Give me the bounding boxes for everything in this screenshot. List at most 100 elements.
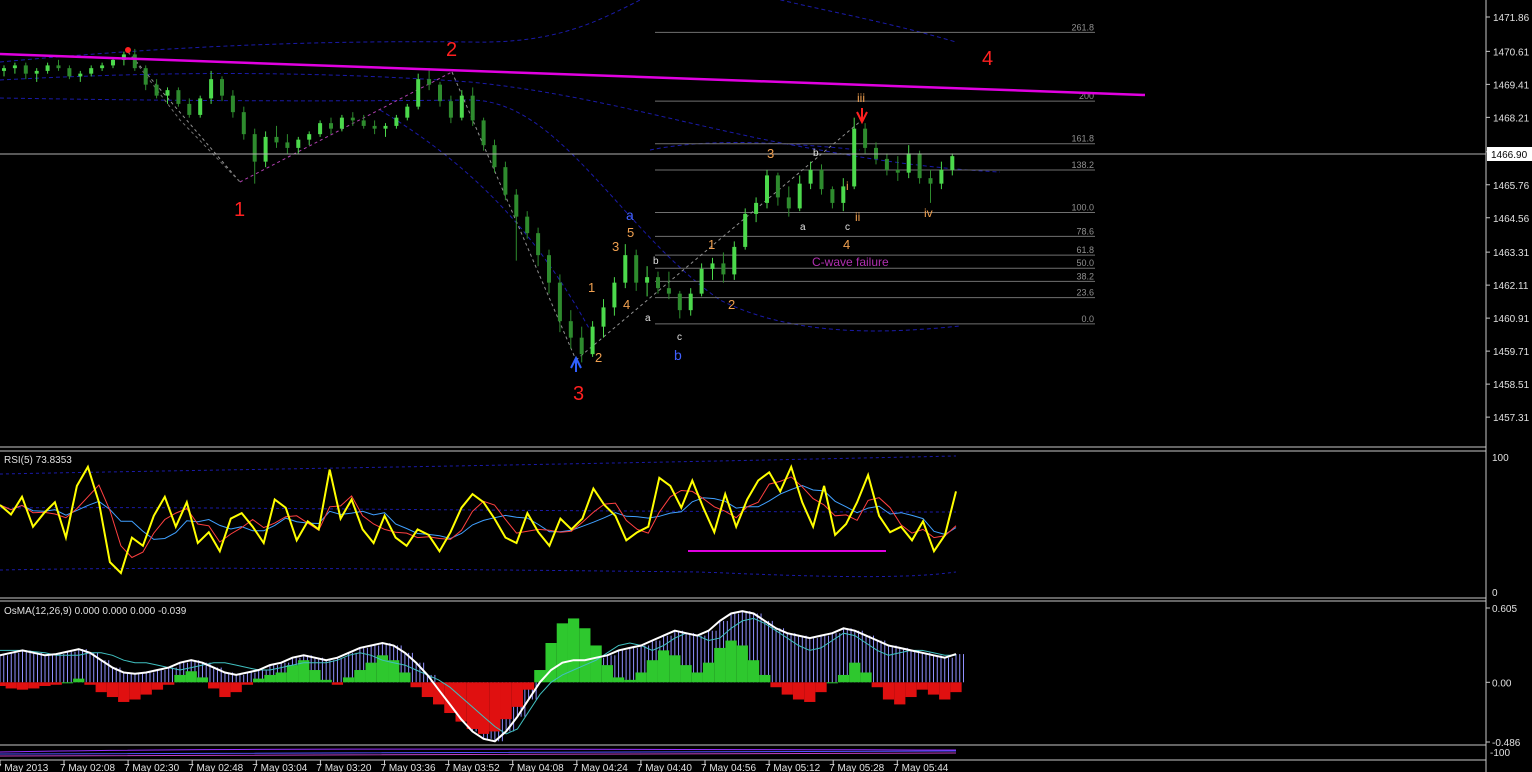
osma-bar[interactable] [725,640,737,683]
osma-bar[interactable] [365,662,377,683]
candle-body[interactable] [481,120,486,146]
osma-bar[interactable] [905,682,917,698]
candle-body[interactable] [2,68,6,71]
candle-body[interactable] [165,90,170,96]
candle-body[interactable] [917,153,922,179]
osma-bar[interactable] [826,682,838,684]
osma-bar[interactable] [309,670,321,683]
candle-body[interactable] [699,268,704,294]
candle-body[interactable] [176,90,181,104]
osma-bar[interactable] [129,682,141,700]
osma-bar[interactable] [39,682,51,686]
osma-bar[interactable] [567,618,580,683]
osma-bar[interactable] [95,682,107,693]
candle-body[interactable] [536,233,541,256]
osma-bar[interactable] [196,677,209,683]
osma-bar[interactable] [545,643,557,683]
osma-bar[interactable] [736,645,748,683]
candle-body[interactable] [285,142,290,148]
osma-bar[interactable] [84,682,96,685]
candle-body[interactable] [557,282,562,322]
osma-bar[interactable] [421,682,434,698]
candle-body[interactable] [154,84,159,96]
osma-bar[interactable] [354,670,366,683]
osma-bar[interactable] [590,645,602,683]
candle-body[interactable] [427,79,432,85]
osma-bar[interactable] [871,682,883,688]
candle-body[interactable] [852,128,857,187]
osma-bar[interactable] [815,682,827,693]
osma-bar[interactable] [702,662,715,683]
osma-bar[interactable] [770,682,782,688]
osma-bar[interactable] [882,682,895,700]
osma-bar[interactable] [522,682,535,690]
candle-body[interactable] [350,117,355,121]
osma-bar[interactable] [781,682,793,695]
candle-body[interactable] [710,263,715,269]
candle-body[interactable] [198,98,203,115]
candle-body[interactable] [274,136,279,143]
candle-body[interactable] [547,255,551,283]
osma-bar[interactable] [894,682,906,705]
osma-bar[interactable] [669,655,681,683]
osma-bar[interactable] [534,670,546,683]
candle-body[interactable] [230,95,235,113]
osma-bar[interactable] [320,679,332,683]
candle-body[interactable] [786,197,791,209]
candle-body[interactable] [56,65,61,69]
osma-bar[interactable] [939,682,951,700]
candle-body[interactable] [252,134,257,162]
osma-bar[interactable] [264,674,276,683]
candle-body[interactable] [754,202,759,214]
candle-body[interactable] [405,106,410,118]
osma-bar[interactable] [5,682,17,689]
candle-body[interactable] [263,136,268,162]
osma-bar[interactable] [61,682,74,684]
osma-bar[interactable] [657,650,670,683]
candle-body[interactable] [394,117,399,126]
candle-body[interactable] [590,326,595,355]
candle-body[interactable] [863,128,868,148]
osma-bar[interactable] [489,682,501,732]
candle-body[interactable] [45,65,50,71]
candle-body[interactable] [383,125,388,129]
candle-body[interactable] [187,103,192,115]
osma-bar[interactable] [28,682,40,689]
candle-body[interactable] [884,158,889,170]
candle-body[interactable] [67,68,72,77]
osma-bar[interactable] [601,665,613,683]
candle-body[interactable] [612,282,617,308]
osma-bar[interactable] [579,628,591,683]
osma-bar[interactable] [624,679,636,683]
candle-body[interactable] [503,167,508,195]
candle-body[interactable] [656,277,660,289]
candle-body[interactable] [688,293,693,311]
candle-body[interactable] [492,145,497,168]
candle-body[interactable] [372,125,377,129]
candle-body[interactable] [89,68,94,74]
candle-body[interactable] [634,255,639,283]
osma-histogram[interactable] [0,611,964,742]
candle-body[interactable] [318,123,323,135]
candle-body[interactable] [111,59,115,66]
osma-bar[interactable] [73,678,85,683]
candle-body[interactable] [448,101,453,118]
osma-bar[interactable] [759,674,771,683]
osma-bar[interactable] [140,682,152,695]
osma-bar[interactable] [174,674,186,683]
osma-bar[interactable] [230,682,242,693]
candle-body[interactable] [241,112,246,135]
candle-body[interactable] [775,175,780,198]
osma-bar[interactable] [837,674,850,683]
osma-bar[interactable] [151,682,164,690]
osma-bar[interactable] [106,682,119,698]
osma-bar[interactable] [927,682,940,695]
osma-bar[interactable] [612,677,625,683]
candle-body[interactable] [841,186,846,203]
candle-body[interactable] [296,139,301,148]
osma-bar[interactable] [747,660,760,683]
candle-body[interactable] [874,147,878,159]
candle-body[interactable] [579,337,584,355]
osma-bar[interactable] [511,682,523,707]
rsi-slow-line[interactable] [0,484,957,540]
